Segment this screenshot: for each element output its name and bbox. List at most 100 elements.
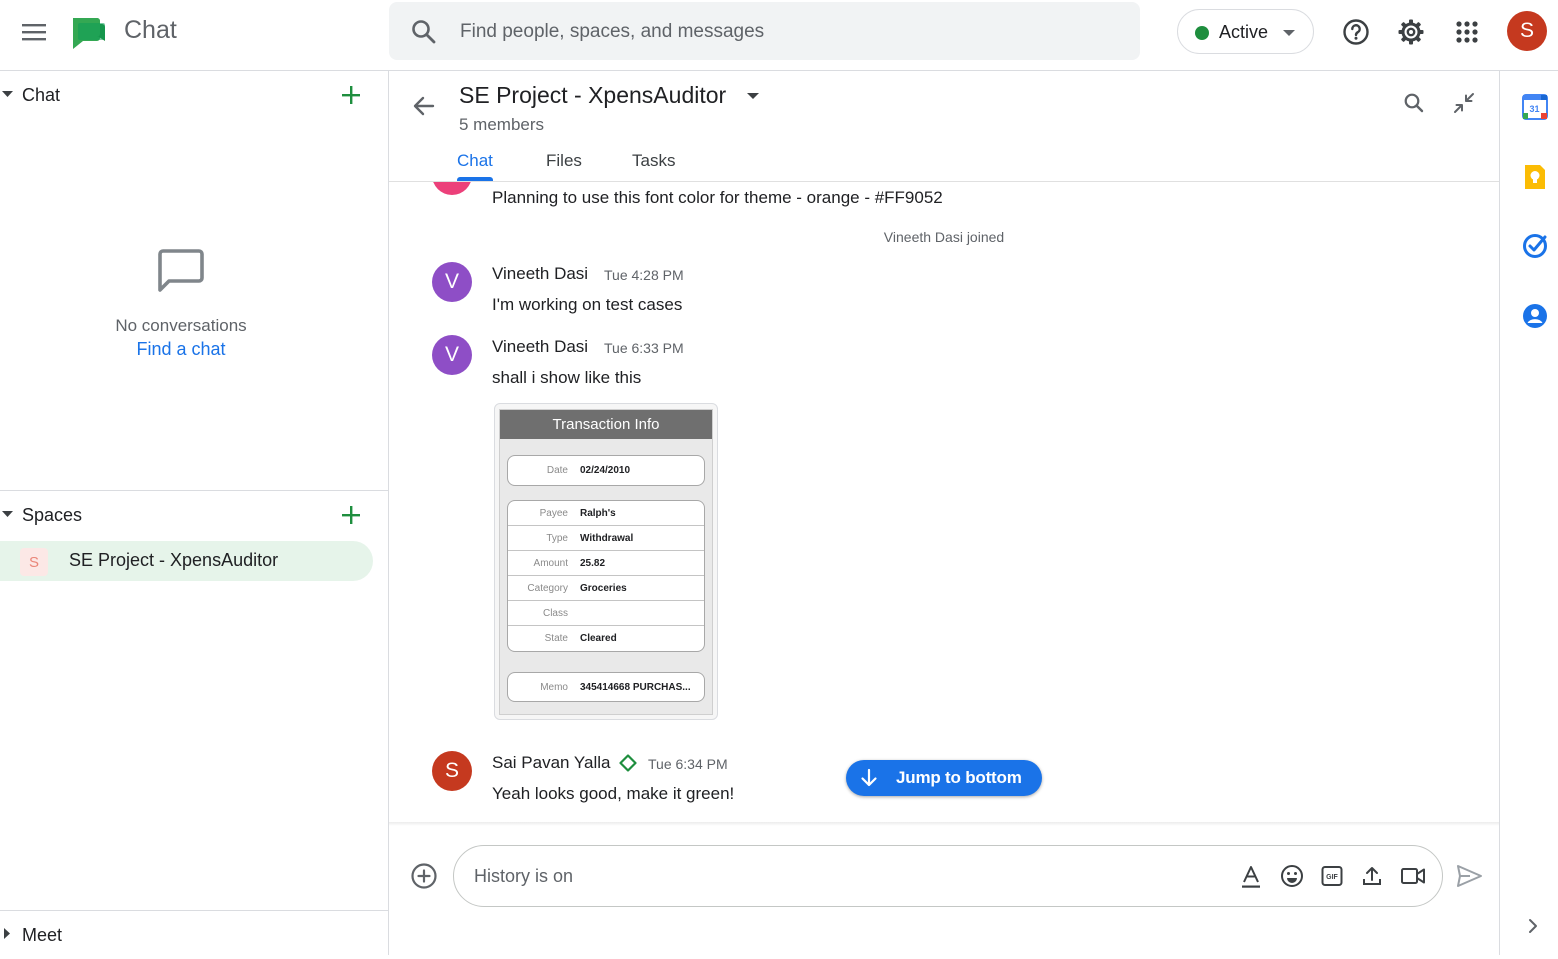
format-text-icon[interactable] — [1239, 864, 1263, 890]
avatar[interactable]: V — [432, 262, 472, 302]
row-label: Type — [546, 533, 568, 544]
row-value: Ralph's — [580, 508, 616, 519]
menu-icon — [22, 24, 46, 41]
emoji-icon[interactable] — [1280, 864, 1304, 888]
calendar-icon[interactable]: 31 — [1522, 94, 1548, 120]
jump-to-bottom-button[interactable]: Jump to bottom — [846, 760, 1042, 796]
member-count[interactable]: 5 members — [459, 115, 544, 135]
conversation-title[interactable]: SE Project - XpensAuditor — [459, 82, 726, 109]
spaces-section-header[interactable]: Spaces — [0, 491, 389, 539]
account-avatar[interactable]: S — [1507, 11, 1547, 51]
system-message: Vineeth Dasi joined — [883, 229, 1005, 245]
message-text: Planning to use this font color for them… — [492, 188, 943, 207]
apps-icon — [1456, 21, 1478, 43]
memo-label: Memo — [540, 682, 568, 693]
caret-down-icon[interactable] — [746, 92, 760, 100]
image-attachment[interactable]: Transaction Info Date 02/24/2010 Payee Ra… — [494, 403, 718, 720]
search-icon — [412, 20, 436, 44]
composer-placeholder: History is on — [474, 866, 574, 886]
caret-down-icon — [1283, 30, 1295, 36]
plus-icon[interactable] — [340, 84, 362, 106]
active-tab-indicator — [457, 177, 493, 181]
search-input[interactable]: Find people, spaces, and messages — [389, 2, 1140, 60]
svg-text:31: 31 — [1529, 104, 1539, 114]
plus-icon[interactable] — [340, 504, 362, 526]
back-arrow-icon[interactable] — [411, 93, 437, 119]
transaction-header: Transaction Info — [500, 410, 712, 439]
chat-section-header[interactable]: Chat — [0, 71, 389, 119]
search-icon[interactable] — [1402, 91, 1426, 115]
row-label: Payee — [539, 508, 568, 519]
help-icon — [1343, 19, 1369, 45]
tab-chat[interactable]: Chat — [457, 151, 493, 171]
message-author[interactable]: Vineeth Dasi — [492, 264, 588, 284]
avatar[interactable]: V — [432, 335, 472, 375]
settings-icon — [1398, 19, 1424, 45]
row-value: Cleared — [580, 633, 617, 644]
tab-tasks[interactable]: Tasks — [632, 151, 675, 171]
space-item-se-project[interactable]: S SE Project - XpensAuditor — [0, 541, 373, 581]
memo-box: Memo 345414668 PURCHAS... — [507, 672, 705, 702]
message-text: Yeah looks good, make it green! — [492, 784, 735, 803]
chat-logo-icon[interactable] — [70, 14, 108, 50]
composer-divider — [389, 822, 1499, 826]
left-sidebar: Chat No conversations Find a chat Spaces… — [0, 71, 389, 955]
memo-value: 345414668 PURCHAS... — [580, 682, 691, 693]
send-icon[interactable] — [1455, 862, 1483, 890]
empty-state-text: No conversations — [115, 316, 247, 335]
tab-files[interactable]: Files — [546, 151, 582, 171]
caret-right-icon — [4, 928, 10, 939]
message-timestamp: Tue 6:33 PM — [604, 340, 684, 356]
gif-icon[interactable]: GIF — [1320, 864, 1344, 888]
search-placeholder: Find people, spaces, and messages — [460, 21, 765, 42]
find-chat-link[interactable]: Find a chat — [0, 339, 362, 360]
caret-down-icon — [2, 511, 13, 517]
collapse-icon[interactable] — [1452, 91, 1476, 115]
row-label: State — [544, 633, 568, 644]
row-label: Amount — [533, 558, 568, 569]
row-label: Class — [542, 608, 568, 619]
space-item-label: SE Project - XpensAuditor — [69, 550, 279, 570]
contacts-icon[interactable] — [1522, 303, 1548, 329]
chat-section-title: Chat — [22, 85, 61, 105]
avatar[interactable]: S — [432, 751, 472, 791]
date-value: 02/24/2010 — [580, 465, 631, 476]
message-timestamp: Tue 6:34 PM — [648, 756, 728, 772]
date-label: Date — [546, 465, 568, 476]
message-text: I'm working on test cases — [492, 295, 683, 314]
conversation-header: SE Project - XpensAuditor 5 members Chat… — [389, 71, 1499, 182]
space-avatar: S — [20, 548, 48, 576]
verified-diamond-icon — [619, 754, 637, 772]
add-circle-icon[interactable] — [410, 862, 438, 890]
row-label: Category — [527, 583, 568, 594]
jump-label: Jump to bottom — [896, 768, 1022, 787]
meet-section-title: Meet — [22, 925, 63, 945]
settings-button[interactable] — [1391, 12, 1431, 52]
message-text: shall i show like this — [492, 368, 642, 387]
row-value: Withdrawal — [580, 533, 634, 544]
svg-text:GIF: GIF — [1326, 874, 1338, 881]
status-selector[interactable]: Active — [1177, 9, 1314, 54]
upload-icon[interactable] — [1360, 864, 1384, 888]
apps-button[interactable] — [1447, 12, 1487, 52]
message-input[interactable]: History is on GIF — [453, 845, 1443, 907]
caret-down-icon — [2, 91, 13, 97]
status-label: Active — [1219, 22, 1269, 42]
keep-icon[interactable] — [1522, 164, 1548, 190]
message-author[interactable]: Sai Pavan Yalla — [492, 753, 610, 773]
app-title: Chat — [124, 16, 177, 44]
chevron-right-icon[interactable] — [1527, 918, 1539, 934]
tasks-icon[interactable] — [1522, 233, 1548, 259]
message-timestamp: Tue 4:28 PM — [604, 267, 684, 283]
message-list[interactable]: Planning to use this font color for them… — [389, 182, 1499, 822]
message-author[interactable]: Vineeth Dasi — [492, 337, 588, 357]
meet-section-header[interactable]: Meet — [0, 911, 389, 959]
top-bar: Chat Find people, spaces, and messages A… — [0, 0, 1558, 71]
details-box: Payee Ralph's Type Withdrawal Amount 25.82 … — [507, 500, 705, 652]
help-button[interactable] — [1336, 12, 1376, 52]
video-icon[interactable] — [1400, 864, 1426, 888]
status-dot — [1195, 26, 1209, 40]
main-menu-button[interactable] — [14, 12, 54, 52]
avatar — [432, 182, 472, 195]
transaction-screenshot: Transaction Info Date 02/24/2010 Payee Ra… — [499, 409, 713, 715]
